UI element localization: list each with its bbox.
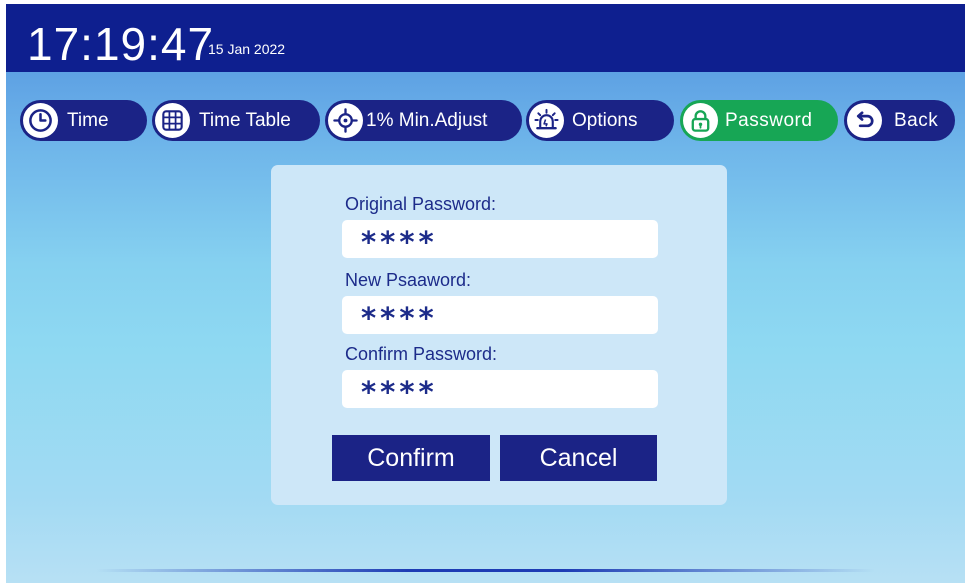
original-password-value: **** — [361, 225, 438, 259]
new-password-label: New Psaaword: — [345, 270, 472, 290]
lock-icon — [683, 103, 718, 138]
original-password-label: Original Password: — [345, 194, 497, 214]
nav-back-button[interactable]: Back — [844, 100, 955, 141]
nav-options-label: Options — [572, 109, 638, 131]
nav-password-label: Password — [725, 109, 813, 131]
confirm-password-field[interactable]: **** — [342, 370, 658, 408]
nav-time-button[interactable]: Time — [20, 100, 147, 141]
confirm-password-value: **** — [361, 375, 438, 409]
nav-timetable-button[interactable]: Time Table — [152, 100, 320, 141]
nav-options-button[interactable]: Options — [526, 100, 674, 141]
confirm-button[interactable]: Confirm — [332, 435, 490, 481]
back-arrow-icon — [847, 103, 882, 138]
nav-back-label: Back — [894, 109, 939, 131]
grid-icon — [155, 103, 190, 138]
crosshair-icon — [328, 103, 363, 138]
clock-time: 17:19:47 — [27, 18, 215, 70]
device-screen: 17:19:47 15 Jan 2022 Time Time Table 1% … — [6, 4, 965, 583]
original-password-field[interactable]: **** — [342, 220, 658, 258]
nav-password-button[interactable]: Password — [680, 100, 838, 141]
alarm-light-icon — [529, 103, 564, 138]
new-password-field[interactable]: **** — [342, 296, 658, 334]
header-bar: 17:19:47 15 Jan 2022 — [6, 4, 965, 72]
new-password-value: **** — [361, 301, 438, 335]
nav-min-adjust-button[interactable]: 1% Min.Adjust — [325, 100, 522, 141]
cancel-button[interactable]: Cancel — [500, 435, 657, 481]
nav-min-adjust-label: 1% Min.Adjust — [366, 109, 488, 131]
clock-icon — [23, 103, 58, 138]
confirm-password-label: Confirm Password: — [345, 344, 498, 364]
password-form-panel: Original Password: **** New Psaaword: **… — [271, 165, 727, 505]
clock-date: 15 Jan 2022 — [208, 41, 286, 57]
nav-time-label: Time — [67, 109, 109, 131]
nav-timetable-label: Time Table — [199, 109, 291, 131]
bottom-divider — [96, 569, 875, 572]
